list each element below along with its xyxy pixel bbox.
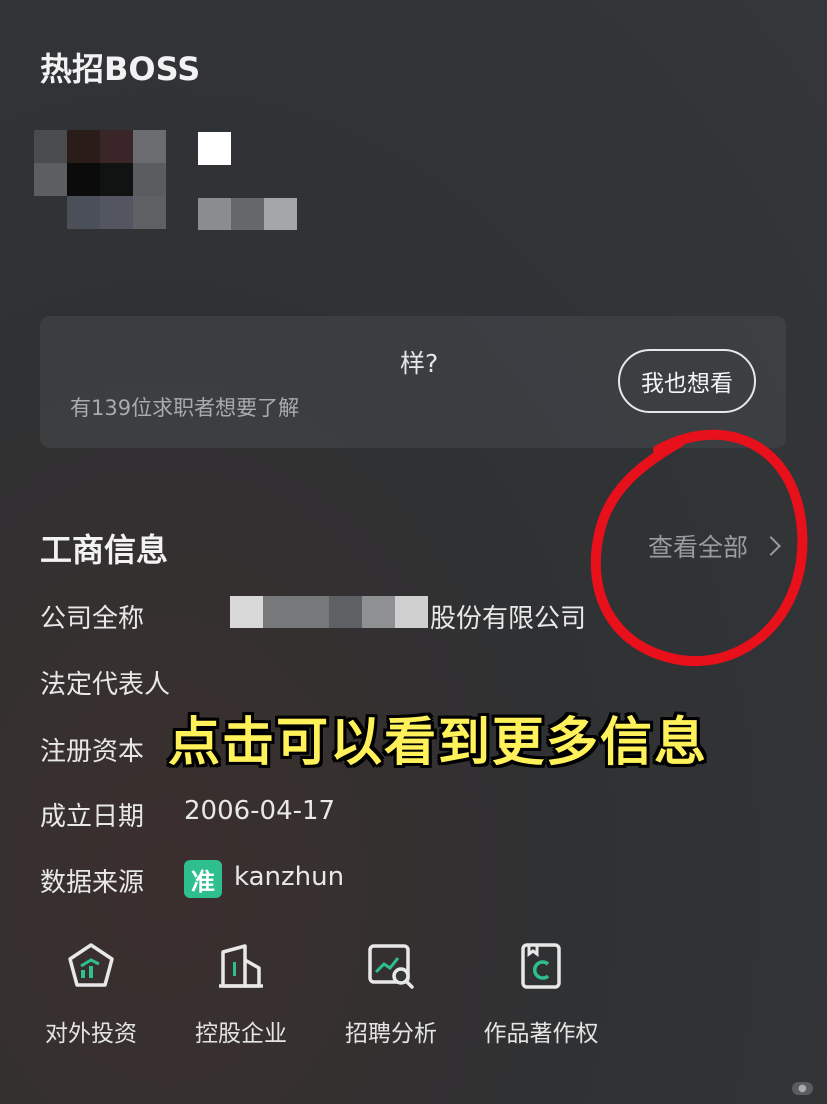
registered-capital-label: 注册资本 <box>40 737 145 767</box>
recruit-analysis-item[interactable]: 招聘分析 <box>326 940 456 1048</box>
section-title-hot-boss: 热招BOSS <box>40 50 201 88</box>
view-all-label: 查看全部 <box>648 533 749 562</box>
business-info-title: 工商信息 <box>40 531 169 569</box>
investment-icon <box>68 943 114 987</box>
copyright-label: 作品著作权 <box>483 1021 599 1047</box>
company-name-value: 股份有限公司 <box>430 604 587 634</box>
copyright-item[interactable]: 作品著作权 <box>476 940 606 1048</box>
founded-date-value: 2006-04-17 <box>184 796 336 826</box>
holding-building-icon <box>219 944 263 988</box>
company-name-redacted <box>230 596 430 628</box>
investment-label: 对外投资 <box>45 1021 137 1047</box>
recruit-analysis-icon <box>368 944 414 989</box>
chevron-right-icon <box>761 536 781 556</box>
want-to-see-button[interactable]: 我也想看 <box>618 349 756 413</box>
kanzhun-logo-icon: 准 <box>184 860 222 898</box>
holding-label: 控股企业 <box>195 1021 287 1047</box>
view-all-link[interactable]: 查看全部 <box>648 528 781 564</box>
holding-company-item[interactable]: 控股企业 <box>176 940 306 1048</box>
annotation-caption: 点击可以看到更多信息 <box>168 713 709 773</box>
data-source-value[interactable]: kanzhun <box>234 862 344 892</box>
watermark-logo-icon: ● <box>792 1082 813 1095</box>
data-source-label: 数据来源 <box>40 868 145 898</box>
card-question-text: 样? <box>400 349 439 378</box>
boss-title-redacted <box>198 198 298 230</box>
company-name-label: 公司全称 <box>40 604 145 634</box>
legal-rep-label: 法定代表人 <box>40 670 171 700</box>
external-investment-item[interactable]: 对外投资 <box>26 940 156 1048</box>
founded-date-label: 成立日期 <box>40 802 145 832</box>
card-subtitle: 有139位求职者想要了解 <box>70 396 300 420</box>
boss-name-redacted <box>198 132 231 165</box>
avatar[interactable] <box>34 130 166 230</box>
recruit-analysis-label: 招聘分析 <box>345 1021 437 1047</box>
copyright-icon <box>521 943 561 989</box>
